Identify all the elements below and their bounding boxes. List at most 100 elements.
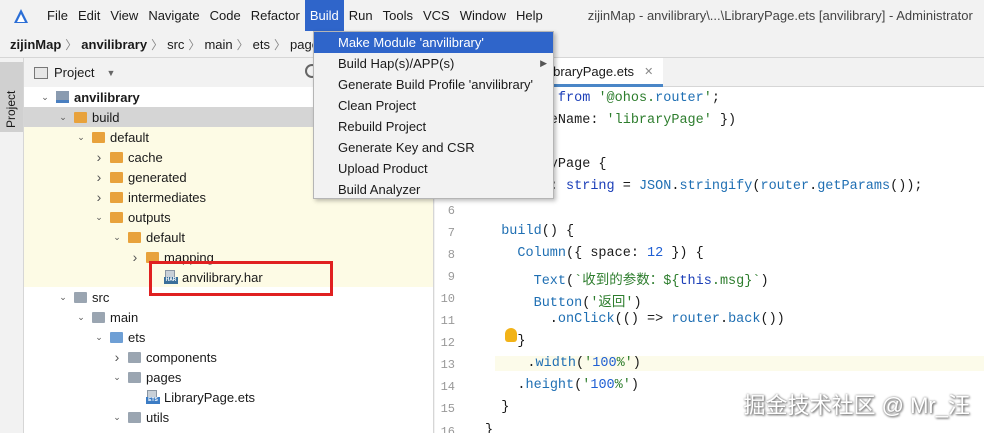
code-line: .width('100%') bbox=[495, 356, 984, 372]
build-menu-dropdown: Make Module 'anvilibrary' Build Hap(s)/AP… bbox=[313, 31, 554, 199]
project-tool-tab[interactable]: Project bbox=[0, 62, 23, 132]
breadcrumb-src[interactable]: src bbox=[167, 37, 184, 52]
menu-refactor[interactable]: Refactor bbox=[246, 5, 305, 26]
tree-item[interactable]: ⌄ main bbox=[24, 307, 433, 327]
build-menu-item-label: Generate Key and CSR bbox=[338, 140, 475, 155]
code-line: build() { bbox=[485, 224, 574, 239]
tab-librarypage[interactable]: LibraryPage.ets ✕ bbox=[535, 58, 664, 87]
menu-file[interactable]: File bbox=[42, 5, 73, 26]
tree-item-label: ets bbox=[128, 329, 146, 345]
folder-icon bbox=[128, 351, 141, 363]
code-line: } bbox=[485, 423, 493, 433]
breadcrumb-ets[interactable]: ets bbox=[253, 37, 270, 52]
build-menu-item[interactable]: Generate Build Profile 'anvilibrary' bbox=[314, 74, 553, 95]
code-line-text: Column({ space: 12 }) { bbox=[517, 245, 704, 261]
chevron-down-icon[interactable]: ⌄ bbox=[112, 372, 122, 383]
chevron-down-icon[interactable]: ▼ bbox=[106, 68, 115, 78]
app-logo-icon bbox=[14, 8, 28, 23]
build-menu-item-label: Make Module 'anvilibrary' bbox=[338, 35, 484, 50]
breadcrumb-separator: 〉 bbox=[236, 37, 249, 52]
chevron-down-icon[interactable]: ⌄ bbox=[76, 312, 86, 323]
code-line-text: Button('返回') bbox=[533, 295, 642, 311]
tree-item-label: generated bbox=[128, 169, 187, 185]
tree-item[interactable]: › components bbox=[24, 347, 433, 367]
line-number: 15 bbox=[440, 402, 455, 417]
tree-item-label: LibraryPage.ets bbox=[164, 389, 256, 405]
menu-view[interactable]: View bbox=[105, 5, 143, 26]
tree-item[interactable]: ⌄ outputs bbox=[24, 207, 433, 227]
lightbulb-icon[interactable] bbox=[505, 328, 517, 342]
watermark: 掘金技术社区 @ Mr_汪 bbox=[743, 393, 970, 418]
tree-item-label: pages bbox=[146, 369, 182, 385]
build-menu-item[interactable]: Rebuild Project bbox=[314, 116, 553, 137]
chevron-down-icon[interactable]: ⌄ bbox=[94, 212, 104, 223]
tree-item[interactable]: ⌄ default bbox=[24, 227, 433, 247]
line-number: 12 bbox=[440, 336, 455, 351]
tree-item-label: outputs bbox=[128, 209, 171, 225]
build-menu-item[interactable]: Generate Key and CSR bbox=[314, 137, 553, 158]
breadcrumb-project[interactable]: zijinMap bbox=[10, 37, 61, 52]
menu-navigate[interactable]: Navigate bbox=[143, 5, 204, 26]
chevron-down-icon[interactable]: ⌄ bbox=[112, 232, 122, 243]
tree-item-label: anvilibrary bbox=[74, 89, 140, 105]
menu-build[interactable]: Build bbox=[304, 0, 344, 31]
highlight-annotation-box bbox=[149, 261, 333, 296]
window-title: zijinMap - anvilibrary\...\LibraryPage.e… bbox=[587, 8, 973, 23]
tree-item-label: components bbox=[146, 349, 217, 365]
chevron-down-icon[interactable]: ⌄ bbox=[40, 92, 50, 103]
chevron-down-icon[interactable]: ⌄ bbox=[58, 112, 68, 123]
tab-label: LibraryPage.ets bbox=[543, 63, 635, 79]
tree-item-label: main bbox=[110, 309, 139, 325]
build-menu-item[interactable]: Upload Product bbox=[314, 158, 553, 179]
menu-code[interactable]: Code bbox=[205, 5, 246, 26]
menu-run[interactable]: Run bbox=[344, 5, 378, 26]
tree-item[interactable]: ETS LibraryPage.ets bbox=[24, 387, 433, 407]
build-menu-item[interactable]: Make Module 'anvilibrary' bbox=[314, 32, 553, 53]
tree-item-label: build bbox=[92, 109, 120, 125]
folder-icon bbox=[110, 171, 123, 183]
menu-window[interactable]: Window bbox=[455, 5, 511, 26]
chevron-right-icon[interactable]: › bbox=[94, 149, 104, 165]
chevron-down-icon[interactable]: ⌄ bbox=[94, 332, 104, 343]
tree-item-label: intermediates bbox=[128, 189, 207, 205]
code-line-text: Text(`收到的参数：${this.msg}`) bbox=[533, 273, 769, 289]
menu-tools[interactable]: Tools bbox=[378, 5, 418, 26]
folder-icon bbox=[110, 191, 123, 203]
project-tool-label: Project bbox=[4, 90, 18, 128]
tree-item[interactable]: ⌄ utils bbox=[24, 407, 433, 427]
breadcrumb-separator: 〉 bbox=[151, 37, 164, 52]
chevron-down-icon[interactable]: ⌄ bbox=[112, 412, 122, 423]
chevron-right-icon[interactable]: › bbox=[112, 349, 122, 365]
chevron-right-icon[interactable]: › bbox=[94, 169, 104, 185]
menu-vcs[interactable]: VCS bbox=[418, 5, 455, 26]
folder-icon bbox=[74, 291, 87, 303]
close-icon[interactable]: ✕ bbox=[644, 65, 653, 78]
chevron-down-icon[interactable]: ⌄ bbox=[58, 292, 68, 303]
line-number: 9 bbox=[447, 269, 455, 284]
file-type-tag: ETS bbox=[146, 396, 160, 404]
tool-window-strip: Project bbox=[0, 58, 24, 433]
line-number: 16 bbox=[440, 424, 455, 433]
code-line: .height('100%') bbox=[485, 378, 639, 393]
menu-help[interactable]: Help bbox=[511, 5, 548, 26]
build-menu-item[interactable]: Build Hap(s)/APP(s) ▶ bbox=[314, 53, 553, 74]
build-menu-item-label: Build Analyzer bbox=[338, 182, 421, 197]
tree-item[interactable]: ⌄ ets bbox=[24, 327, 433, 347]
tree-item[interactable]: ⌄ pages bbox=[24, 367, 433, 387]
chevron-right-icon[interactable]: › bbox=[94, 189, 104, 205]
build-menu-item[interactable]: Build Analyzer bbox=[314, 179, 553, 200]
build-menu-item[interactable]: Clean Project bbox=[314, 95, 553, 116]
submenu-arrow-icon: ▶ bbox=[540, 58, 547, 68]
breadcrumb-module[interactable]: anvilibrary bbox=[81, 37, 147, 52]
breadcrumb-main[interactable]: main bbox=[204, 37, 232, 52]
breadcrumb-separator: 〉 bbox=[188, 37, 201, 52]
chevron-right-icon[interactable]: › bbox=[130, 249, 140, 265]
code-line: Column({ space: 12 }) { bbox=[485, 245, 704, 261]
menu-edit[interactable]: Edit bbox=[73, 5, 105, 26]
code-line: Button('返回') bbox=[485, 290, 642, 311]
chevron-down-icon[interactable]: ⌄ bbox=[76, 132, 86, 143]
code-line-text: } bbox=[485, 400, 510, 416]
project-view-title[interactable]: Project bbox=[54, 65, 94, 80]
folder-icon bbox=[110, 331, 123, 343]
folder-icon bbox=[110, 151, 123, 163]
